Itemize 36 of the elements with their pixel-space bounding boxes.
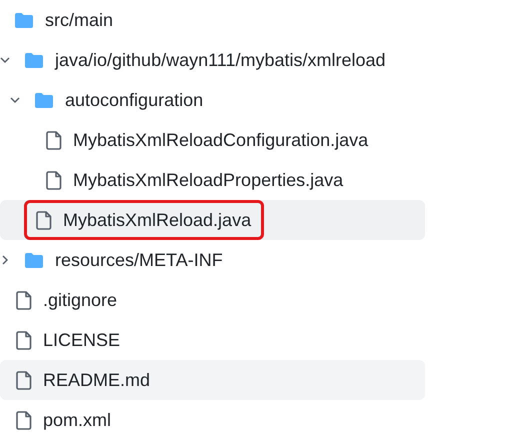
tree-row[interactable]: MybatisXmlReload.java — [0, 200, 425, 240]
file-icon — [16, 370, 32, 390]
tree-row[interactable]: pom.xml — [0, 400, 425, 440]
file-name: MybatisXmlReloadConfiguration.java — [73, 128, 368, 152]
file-name: MybatisXmlReloadProperties.java — [73, 168, 344, 192]
chevron-icon[interactable] — [10, 95, 20, 105]
file-icon — [16, 410, 32, 430]
folder-name: autoconfiguration — [65, 88, 204, 112]
folder-icon — [24, 252, 44, 268]
file-name: MybatisXmlReload.java — [63, 208, 252, 232]
tree-row[interactable]: java/io/github/wayn111/mybatis/xmlreload — [0, 40, 425, 80]
file-name: LICENSE — [43, 328, 120, 352]
folder-name: resources/META-INF — [55, 248, 223, 272]
tree-row[interactable]: .gitignore — [0, 280, 425, 320]
folder-icon — [34, 92, 54, 108]
tree-row[interactable]: README.md — [0, 360, 425, 400]
file-name: pom.xml — [43, 408, 112, 432]
tree-row[interactable]: resources/META-INF — [0, 240, 425, 280]
folder-icon — [14, 12, 34, 28]
file-icon — [46, 170, 62, 190]
chevron-icon[interactable] — [0, 255, 10, 265]
file-name: README.md — [43, 368, 150, 392]
tree-row[interactable]: autoconfiguration — [0, 80, 425, 120]
file-icon — [16, 330, 32, 350]
tree-row[interactable]: src/main — [0, 0, 425, 40]
file-name: .gitignore — [43, 288, 118, 312]
file-icon — [36, 210, 52, 230]
file-icon — [16, 290, 32, 310]
chevron-icon[interactable] — [0, 55, 10, 65]
tree-row[interactable]: LICENSE — [0, 320, 425, 360]
folder-name: src/main — [45, 8, 114, 32]
folder-name: java/io/github/wayn111/mybatis/xmlreload — [55, 48, 386, 72]
file-icon — [46, 130, 62, 150]
tree-row[interactable]: MybatisXmlReloadProperties.java — [0, 160, 425, 200]
tree-row[interactable]: MybatisXmlReloadConfiguration.java — [0, 120, 425, 160]
folder-icon — [24, 52, 44, 68]
